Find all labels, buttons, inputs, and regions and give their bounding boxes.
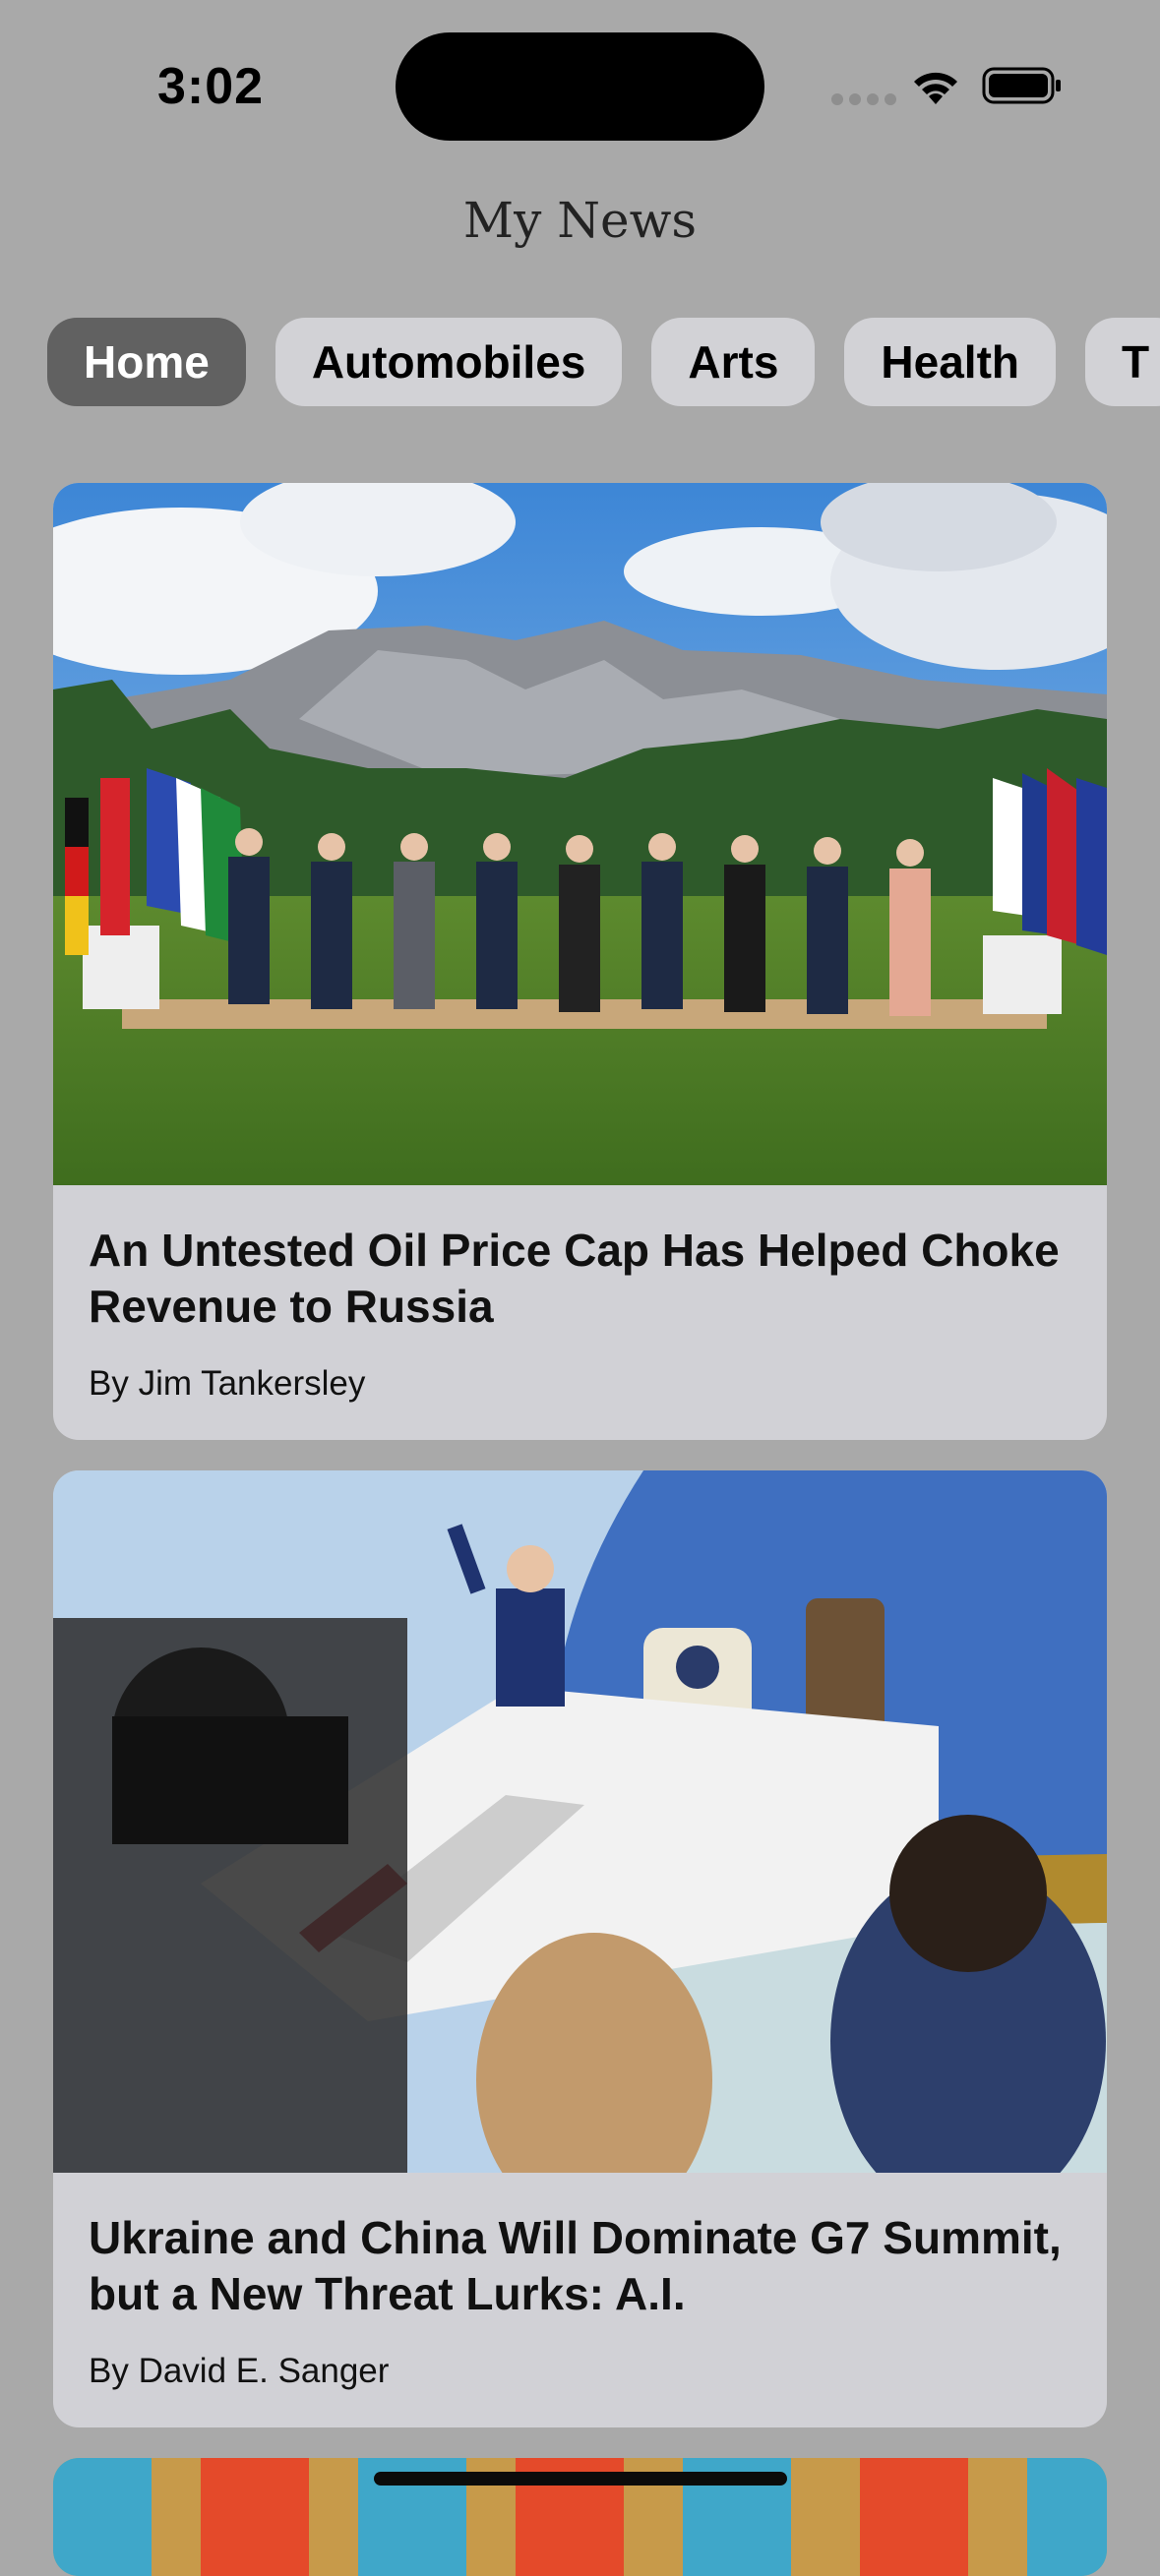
app-title: My News xyxy=(462,192,698,249)
article-image xyxy=(53,1470,1107,2173)
tab-health[interactable]: Health xyxy=(844,318,1056,406)
dynamic-island xyxy=(396,32,764,141)
article-card[interactable]: Ukraine and China Will Dominate G7 Summi… xyxy=(53,1470,1107,2427)
cellular-signal-icon xyxy=(831,93,896,105)
article-byline: By Jim Tankersley xyxy=(89,1364,366,1403)
tab-arts[interactable]: Arts xyxy=(651,318,816,406)
status-bar: 3:02 xyxy=(0,0,1160,177)
category-tabs: Home Automobiles Arts Health T xyxy=(47,318,1160,406)
article-card[interactable]: An Untested Oil Price Cap Has Helped Cho… xyxy=(53,483,1107,1440)
battery-icon xyxy=(982,67,1061,104)
article-byline: By David E. Sanger xyxy=(89,2352,390,2390)
wifi-icon xyxy=(914,72,957,104)
home-indicator[interactable] xyxy=(374,2472,787,2486)
article-headline: An Untested Oil Price Cap Has Helped Cho… xyxy=(89,1225,1060,1332)
article-image xyxy=(53,483,1107,1185)
tab-home[interactable]: Home xyxy=(47,318,246,406)
tab-automobiles[interactable]: Automobiles xyxy=(275,318,623,406)
tab-truncated[interactable]: T xyxy=(1085,318,1160,406)
article-headline: Ukraine and China Will Dominate G7 Summi… xyxy=(89,2212,1062,2319)
status-time: 3:02 xyxy=(157,58,265,115)
